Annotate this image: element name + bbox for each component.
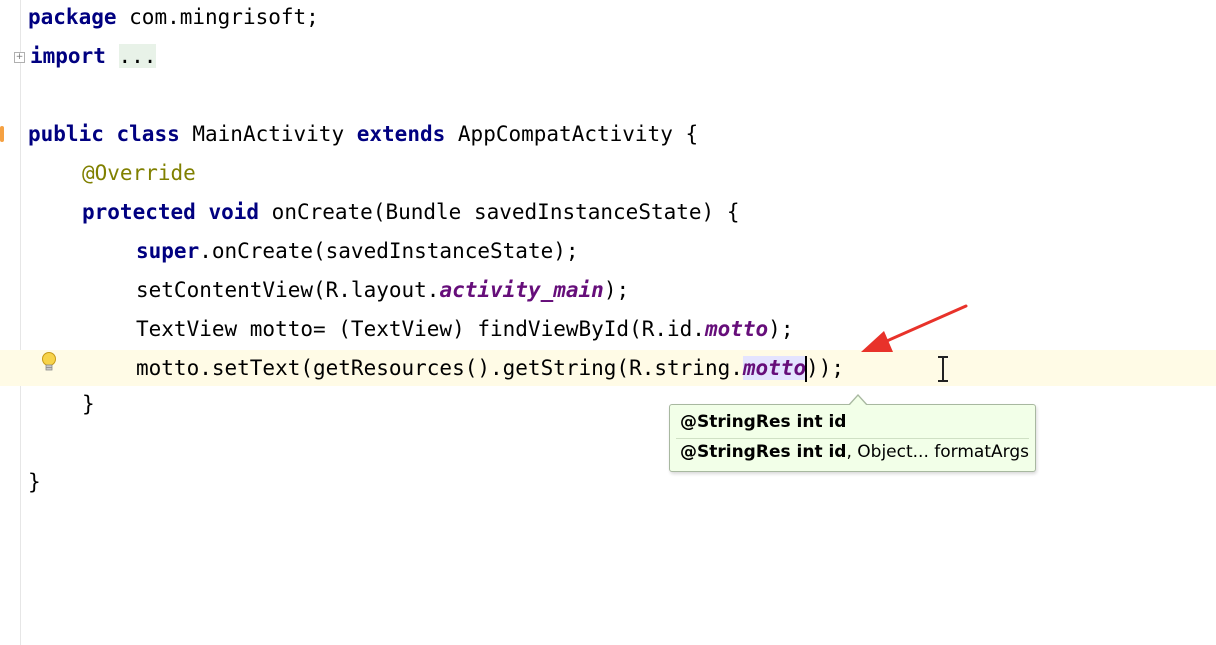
red-arrow-annotation <box>861 304 968 352</box>
